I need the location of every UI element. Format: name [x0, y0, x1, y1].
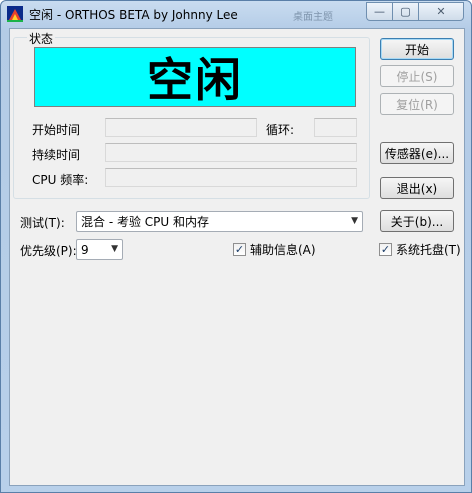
minimize-icon: —: [374, 5, 385, 18]
duration-label: 持续时间: [32, 148, 81, 162]
title-bar[interactable]: 空闲 - ORTHOS BETA by Johnny Lee 桌面主题 — ▢ …: [1, 1, 471, 25]
system-tray-label: 系统托盘(T): [396, 243, 461, 257]
exit-button[interactable]: 退出(x): [380, 177, 454, 199]
caption-buttons: — ▢ ✕: [366, 2, 464, 21]
status-group-label: 状态: [27, 30, 56, 47]
close-icon: ✕: [436, 5, 446, 18]
maximize-icon: ▢: [400, 5, 411, 18]
chevron-down-icon: ▼: [351, 216, 358, 226]
start-time-label: 开始时间: [32, 123, 81, 137]
test-select[interactable]: 混合 - 考验 CPU 和内存 ▼: [76, 211, 363, 232]
background-tab-title: 桌面主题: [293, 12, 333, 23]
chevron-down-icon: ▼: [111, 244, 118, 254]
test-label: 测试(T):: [20, 216, 65, 230]
sensors-button[interactable]: 传感器(e)...: [380, 142, 454, 164]
priority-select[interactable]: 9 ▼: [76, 239, 123, 260]
aux-info-label: 辅助信息(A): [250, 243, 316, 257]
system-tray-checkbox[interactable]: ✓ 系统托盘(T): [379, 241, 461, 258]
duration-field: [105, 143, 357, 162]
orthos-app-icon: [7, 6, 23, 22]
start-button[interactable]: 开始: [380, 38, 454, 60]
priority-label: 优先级(P):: [20, 244, 77, 258]
window-title: 空闲 - ORTHOS BETA by Johnny Lee: [29, 8, 238, 22]
status-text: 空闲: [147, 53, 243, 107]
check-icon: ✓: [379, 243, 392, 256]
cpu-frequency-label: CPU 频率:: [32, 173, 89, 187]
test-selected-value: 混合 - 考验 CPU 和内存: [81, 215, 209, 229]
aux-info-checkbox[interactable]: ✓ 辅助信息(A): [233, 241, 316, 258]
stop-button[interactable]: 停止(S): [380, 65, 454, 87]
close-button[interactable]: ✕: [418, 2, 464, 21]
minimize-button[interactable]: —: [366, 2, 392, 21]
check-icon: ✓: [233, 243, 246, 256]
loop-field: [314, 118, 357, 137]
maximize-button[interactable]: ▢: [392, 2, 418, 21]
status-panel: 空闲: [34, 47, 356, 107]
loop-label: 循环:: [266, 123, 295, 137]
start-time-field: [105, 118, 257, 137]
reset-button[interactable]: 复位(R): [380, 93, 454, 115]
cpu-frequency-field: [105, 168, 357, 187]
about-button[interactable]: 关于(b)...: [380, 210, 454, 232]
priority-selected-value: 9: [81, 242, 89, 257]
